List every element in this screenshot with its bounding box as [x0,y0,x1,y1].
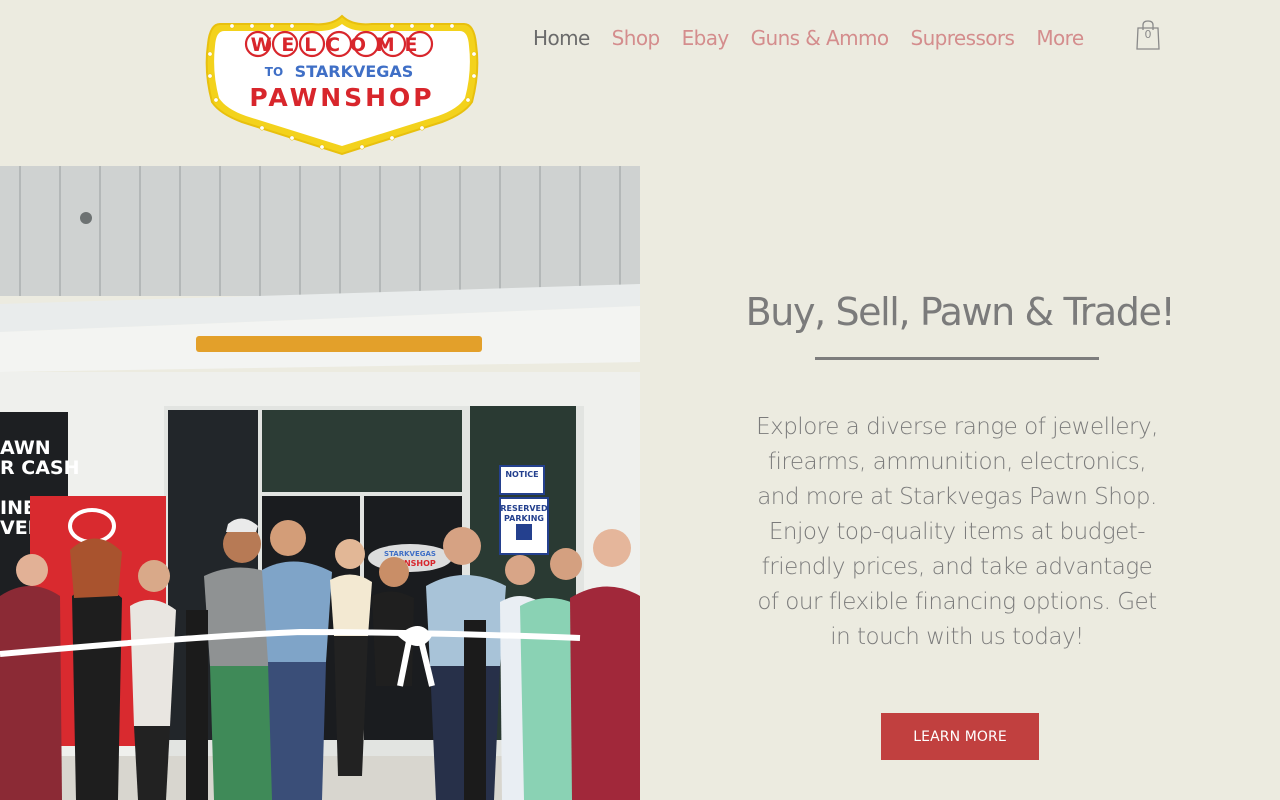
welcome-sign-graphic: WELCOME TO STARKVEGAS PAWNSHOP [205,14,479,156]
reserved-sign-line2: PARKING [504,514,544,523]
nav-ebay[interactable]: Ebay [682,26,730,50]
logo-to-text: TO [265,65,283,79]
site-logo[interactable]: WELCOME TO STARKVEGAS PAWNSHOP [202,14,482,156]
notice-sign-text: NOTICE [505,470,538,479]
logo-starkvegas-text: STARKVEGAS [295,62,414,81]
nav-home[interactable]: Home [533,26,590,50]
nav-guns-ammo[interactable]: Guns & Ammo [751,26,889,50]
learn-more-button[interactable]: LEARN MORE [881,713,1039,760]
logo-welcome-text: WELCOME [251,34,428,56]
store-sign-line2: R CASH [0,457,79,479]
headline-divider [815,357,1099,360]
hero-description: Explore a diverse range of jewellery, fi… [756,414,1158,650]
nav-supressors[interactable]: Supressors [910,26,1014,50]
hero-headline: Buy, Sell, Pawn & Trade! [745,290,1176,334]
main-nav: Home Shop Ebay Guns & Ammo Supressors Mo… [522,22,1095,54]
nav-shop[interactable]: Shop [612,26,661,50]
cart-button[interactable]: 0 [1134,19,1162,51]
ribbon-cutting-photo: AWN R CASH INE VELI NOTICE RESERVED PARK… [0,166,640,800]
door-logo-line1: STARKVEGAS [384,550,436,558]
nav-more[interactable]: More [1036,26,1084,50]
store-sign-line1: AWN [0,437,51,459]
cart-count: 0 [1144,28,1152,41]
reserved-sign-line1: RESERVED [500,504,548,513]
logo-pawnshop-text: PAWNSHOP [249,83,434,112]
